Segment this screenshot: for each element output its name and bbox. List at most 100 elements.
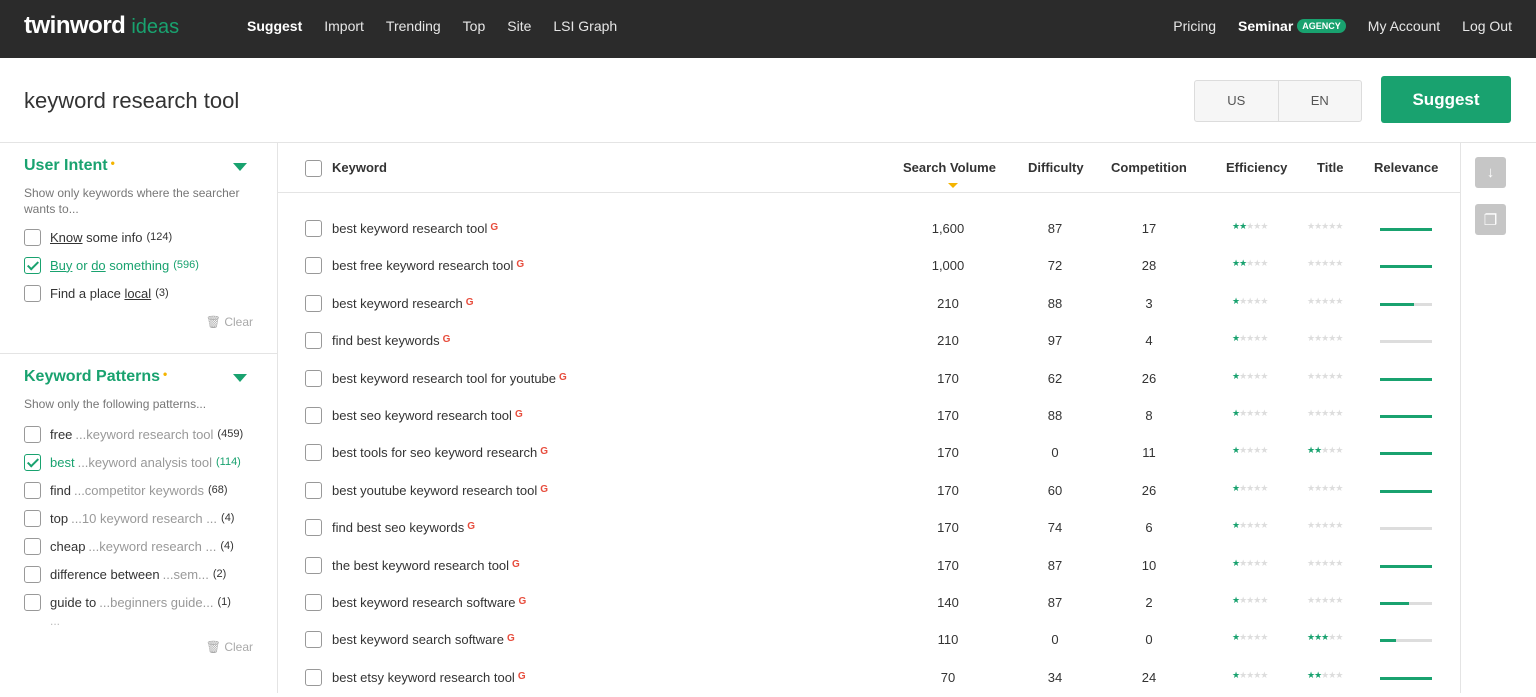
pattern-option[interactable]: cheap ...keyword research ... (4): [24, 532, 253, 560]
table-row[interactable]: best keyword research tool for youtube G 1…: [278, 361, 1460, 398]
nav-trending[interactable]: Trending: [386, 18, 441, 34]
table-row[interactable]: best seo keyword research tool G 170 88 8 ★★★…: [278, 398, 1460, 435]
user-intent-title[interactable]: User Intent •: [24, 157, 253, 175]
google-icon[interactable]: G: [490, 222, 498, 233]
pattern-option[interactable]: find ...competitor keywords (68): [24, 476, 253, 504]
keyword-cell[interactable]: best free keyword research tool G: [332, 258, 524, 273]
row-checkbox[interactable]: [305, 369, 322, 387]
pattern-checkbox[interactable]: [24, 565, 41, 583]
search-query-input[interactable]: keyword research tool: [24, 88, 239, 114]
pattern-checkbox[interactable]: [24, 453, 41, 471]
row-checkbox[interactable]: [305, 556, 322, 574]
table-row[interactable]: best keyword research tool G 1,600 87 17 ★★★★…: [278, 211, 1460, 248]
more-patterns[interactable]: ...: [50, 615, 253, 632]
column-efficiency[interactable]: Efficiency: [1226, 160, 1287, 175]
keyword-cell[interactable]: the best keyword research tool G: [332, 558, 520, 573]
twinword-ideas-logo[interactable]: twinword ideas: [24, 12, 179, 42]
keyword-cell[interactable]: best keyword research G: [332, 296, 474, 311]
collapse-caret-icon[interactable]: [233, 163, 247, 171]
nav-site[interactable]: Site: [507, 18, 531, 34]
row-checkbox[interactable]: [305, 594, 322, 611]
column-difficulty[interactable]: Difficulty: [1028, 160, 1084, 175]
collapse-caret-icon[interactable]: [233, 374, 247, 382]
table-row[interactable]: best tools for seo keyword research G 170 0…: [278, 435, 1460, 472]
table-row[interactable]: best etsy keyword research tool G 70 34 24 ★★…: [278, 660, 1460, 697]
nav-top[interactable]: Top: [463, 18, 486, 34]
google-icon[interactable]: G: [540, 484, 548, 495]
nav-import[interactable]: Import: [324, 18, 364, 34]
google-icon[interactable]: G: [518, 671, 526, 682]
table-row[interactable]: find best seo keywords G 170 74 6 ★★★★★ ★★★★★: [278, 510, 1460, 547]
google-icon[interactable]: G: [559, 372, 567, 383]
row-checkbox[interactable]: [305, 668, 322, 686]
download-button[interactable]: ↓: [1475, 157, 1506, 188]
row-checkbox[interactable]: [305, 332, 322, 350]
google-icon[interactable]: G: [512, 559, 520, 570]
keyword-cell[interactable]: best keyword research software G: [332, 595, 526, 610]
table-row[interactable]: best youtube keyword research tool G 170 60…: [278, 473, 1460, 510]
keyword-cell[interactable]: best keyword research tool G: [332, 221, 498, 236]
country-select[interactable]: US: [1195, 81, 1279, 121]
nav-lsi-graph[interactable]: LSI Graph: [553, 18, 617, 34]
keyword-cell[interactable]: find best seo keywords G: [332, 520, 475, 535]
keyword-patterns-title[interactable]: Keyword Patterns •: [24, 368, 253, 386]
google-icon[interactable]: G: [507, 633, 515, 644]
google-icon[interactable]: G: [516, 259, 524, 270]
table-row[interactable]: find best keywords G 210 97 4 ★★★★★ ★★★★★: [278, 323, 1460, 360]
intent-option[interactable]: Buy or do something (596): [24, 251, 253, 279]
google-icon[interactable]: G: [466, 297, 474, 308]
pattern-option[interactable]: free ...keyword research tool (459): [24, 420, 253, 448]
nav-suggest[interactable]: Suggest: [247, 18, 302, 34]
table-row[interactable]: best keyword search software G 110 0 0 ★★★★★ ★…: [278, 622, 1460, 659]
table-row[interactable]: best keyword research software G 140 87 2 ★★★…: [278, 585, 1460, 622]
table-row[interactable]: best free keyword research tool G 1,000 72 2…: [278, 248, 1460, 285]
column-keyword[interactable]: Keyword: [332, 160, 387, 175]
pattern-option[interactable]: difference between ...sem... (2): [24, 560, 253, 588]
google-icon[interactable]: G: [540, 446, 548, 457]
nav-log-out[interactable]: Log Out: [1462, 18, 1512, 34]
pattern-checkbox[interactable]: [24, 509, 41, 527]
nav-pricing[interactable]: Pricing: [1173, 18, 1216, 34]
keyword-cell[interactable]: best seo keyword research tool G: [332, 408, 523, 423]
google-icon[interactable]: G: [515, 409, 523, 420]
row-checkbox[interactable]: [305, 407, 322, 424]
row-checkbox[interactable]: [305, 481, 322, 499]
intent-checkbox[interactable]: [24, 228, 41, 246]
row-checkbox[interactable]: [305, 631, 322, 649]
table-row[interactable]: the best keyword research tool G 170 87 10 ★★…: [278, 548, 1460, 585]
column-competition[interactable]: Competition: [1111, 160, 1187, 175]
pattern-checkbox[interactable]: [24, 537, 41, 555]
google-icon[interactable]: G: [519, 596, 527, 607]
copy-button[interactable]: ❐: [1475, 204, 1506, 235]
google-icon[interactable]: G: [443, 334, 451, 345]
pattern-checkbox[interactable]: [24, 593, 41, 611]
nav-my-account[interactable]: My Account: [1368, 18, 1440, 34]
pattern-option[interactable]: best ...keyword analysis tool (114): [24, 448, 253, 476]
table-row[interactable]: best keyword research G 210 88 3 ★★★★★ ★★★★★: [278, 286, 1460, 323]
intent-option[interactable]: Know some info (124): [24, 223, 253, 251]
keyword-cell[interactable]: best etsy keyword research tool G: [332, 670, 526, 685]
pattern-option[interactable]: top ...10 keyword research ... (4): [24, 504, 253, 532]
row-checkbox[interactable]: [305, 257, 322, 275]
row-checkbox[interactable]: [305, 519, 322, 537]
intent-option[interactable]: Find a place local (3): [24, 279, 253, 307]
row-checkbox[interactable]: [305, 294, 322, 312]
google-icon[interactable]: G: [467, 521, 475, 532]
row-checkbox[interactable]: [305, 444, 322, 462]
row-checkbox[interactable]: [305, 220, 322, 237]
nav-seminar[interactable]: Seminar AGENCY: [1238, 18, 1346, 34]
keyword-cell[interactable]: best keyword search software G: [332, 632, 515, 647]
clear-intent-button[interactable]: 🗑 Clear: [24, 307, 253, 341]
language-select[interactable]: EN: [1279, 81, 1362, 121]
intent-checkbox[interactable]: [24, 284, 41, 302]
suggest-button[interactable]: Suggest: [1381, 76, 1511, 123]
column-relevance[interactable]: Relevance: [1374, 160, 1438, 175]
pattern-checkbox[interactable]: [24, 481, 41, 499]
intent-checkbox[interactable]: [24, 256, 41, 274]
select-all-checkbox[interactable]: [305, 160, 322, 177]
keyword-cell[interactable]: best keyword research tool for youtube G: [332, 371, 567, 386]
clear-patterns-button[interactable]: 🗑 Clear: [24, 632, 253, 666]
keyword-cell[interactable]: find best keywords G: [332, 333, 450, 348]
keyword-cell[interactable]: best tools for seo keyword research G: [332, 445, 548, 460]
column-title[interactable]: Title: [1317, 160, 1344, 175]
